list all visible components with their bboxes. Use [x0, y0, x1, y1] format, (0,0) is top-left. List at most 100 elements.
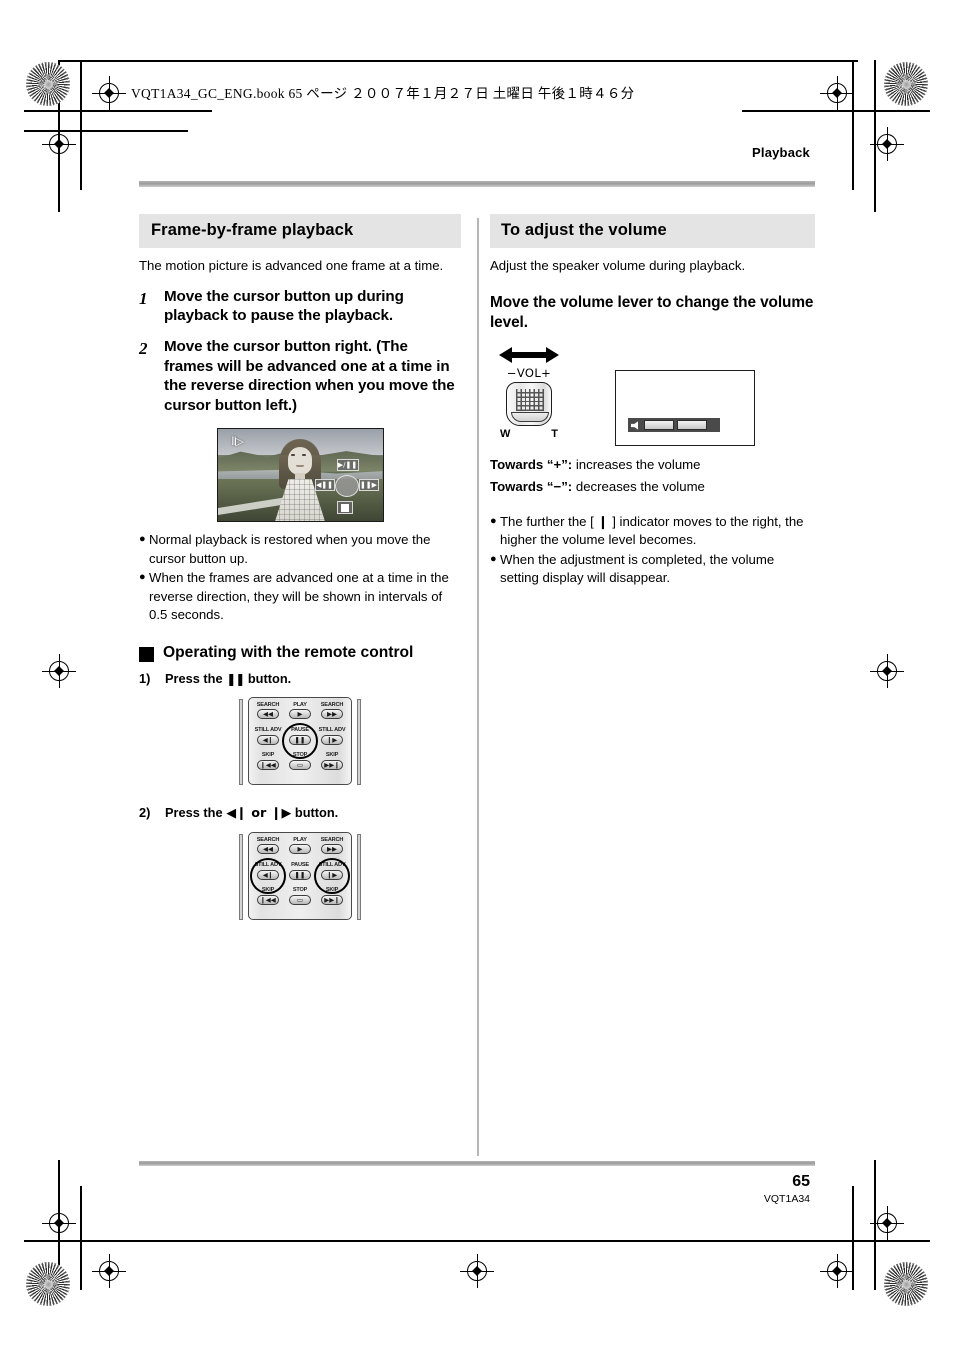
bullet-dot-icon: ● — [139, 533, 146, 546]
list-item: ● Normal playback is restored when you m… — [139, 531, 461, 568]
note-text: When the adjustment is completed, the vo… — [500, 551, 775, 586]
note-text: When the frames are advanced one at a ti… — [149, 570, 449, 623]
list-item: ● The further the [ ❙ ] indicator moves … — [490, 513, 815, 550]
registration-mark — [870, 127, 904, 161]
remote-key-pause[interactable]: PAUSE ❚❚ — [284, 862, 316, 888]
document-id: VQT1A34 — [763, 1193, 810, 1205]
registration-mark — [820, 1254, 854, 1288]
section-title-frame-by-frame: Frame-by-frame playback — [139, 214, 461, 248]
star-registration-target — [884, 1262, 928, 1306]
frame-by-frame-notes: ● Normal playback is restored when you m… — [139, 531, 461, 624]
volume-track — [644, 420, 717, 431]
crop-line — [80, 1186, 82, 1290]
star-registration-target — [26, 62, 70, 106]
remote-key-skip-next[interactable]: SKIP ▶▶❙ — [316, 753, 348, 778]
section-lead-text: The motion picture is advanced one frame… — [139, 258, 444, 273]
volume-instruction: Move the volume lever to change the volu… — [490, 293, 814, 331]
remote-step-2-text: Press the ◀❙ or ❙▶ button. — [165, 804, 339, 821]
towards-plus-line: Towards “+”: increases the volume — [490, 455, 815, 474]
remote-illustration-2-wrap: SEARCH ◀◀ PLAY ▶ SEARCH ▶▶ STILL ADV ◀❙ PAUS… — [139, 831, 461, 924]
note-text: Normal playback is restored when you mov… — [149, 532, 431, 566]
remote-step-1: 1) Press the ❚❚ button. — [139, 671, 461, 686]
volume-indicator-bar — [628, 418, 720, 433]
bullet-dot-icon: ● — [139, 571, 146, 584]
bullet-dot-icon: ● — [490, 552, 497, 565]
registration-mark — [42, 127, 76, 161]
remote-key-stop[interactable]: STOP ▭ — [284, 888, 316, 913]
step-1: 1 Move the cursor button up during playb… — [139, 287, 461, 326]
book-file-header: VQT1A34_GC_ENG.book 65 ページ ２００７年１月２７日 土曜… — [131, 86, 635, 101]
volume-lever-figure: −VOL+ W T — [490, 344, 815, 447]
star-registration-target — [884, 62, 928, 106]
frame-back-icon[interactable]: ◀❚❚ — [314, 479, 335, 492]
onscreen-control-overlay: ▶/❚❚ ◀❚❚ ❚❚▶ — [314, 459, 379, 517]
registration-mark — [870, 1206, 904, 1240]
registration-mark — [42, 654, 76, 688]
frame-forward-icon[interactable]: ❚❚▶ — [358, 479, 379, 492]
left-column: Frame-by-frame playback The motion pictu… — [139, 214, 461, 924]
step-2-number: 2 — [139, 338, 148, 358]
remote-control-illustration-pause: SEARCH ◀◀ PLAY ▶ SEARCH ▶▶ STILL ADV ◀❙ PAUS… — [238, 696, 362, 789]
step-2: 2 Move the cursor button right. (The fra… — [139, 337, 461, 415]
registration-mark — [870, 654, 904, 688]
double-arrow-icon — [499, 347, 559, 364]
registration-mark — [92, 1254, 126, 1288]
remote-step-1-number: 1) — [139, 670, 151, 686]
section-lead-text: Adjust the speaker volume during playbac… — [490, 258, 746, 273]
section-title-adjust-volume: To adjust the volume — [490, 214, 815, 248]
right-column: To adjust the volume Adjust the speaker … — [490, 214, 815, 588]
header-rule — [139, 181, 815, 187]
lever-grip-texture — [516, 389, 544, 412]
remote-illustration-1-wrap: SEARCH ◀◀ PLAY ▶ SEARCH ▶▶ STILL ADV ◀❙ PAUS… — [139, 696, 461, 789]
volume-lever-label: −VOL+ — [506, 366, 552, 381]
note-text: The further the [ ❙ ] indicator moves to… — [500, 513, 804, 548]
crop-line — [58, 1240, 858, 1242]
volume-segment — [644, 420, 674, 431]
remote-step-2: 2) Press the ◀❙ or ❙▶ button. — [139, 805, 461, 821]
remote-key-skip-prev[interactable]: SKIP ❙◀◀ — [252, 753, 284, 778]
black-square-bullet-icon — [139, 646, 154, 662]
registration-mark — [820, 76, 854, 110]
page-number: 65 — [792, 1173, 810, 1190]
remote-key-search-ff[interactable]: SEARCH ▶▶ — [316, 702, 348, 728]
subsection-title: Operating with the remote control — [163, 643, 414, 661]
registration-mark — [42, 1206, 76, 1240]
stop-icon[interactable] — [336, 501, 353, 515]
lever-lip — [511, 412, 549, 423]
play-pause-icon[interactable]: ▶/❚❚ — [336, 459, 359, 472]
remote-key-play[interactable]: PLAY ▶ — [284, 837, 316, 863]
speaker-icon — [631, 421, 639, 430]
crop-line — [24, 110, 212, 112]
towards-minus-label: Towards “−”: — [490, 478, 573, 494]
running-head: Playback — [752, 145, 810, 160]
crop-line — [742, 110, 930, 112]
pause-button-icon: ❚❚ — [226, 671, 245, 686]
registration-mark — [92, 76, 126, 110]
remote-key-search-rew[interactable]: SEARCH ◀◀ — [252, 702, 284, 728]
remote-key-still-adv-right[interactable]: STILL ADV ❙▶ — [316, 727, 348, 753]
remote-key-still-adv-left[interactable]: STILL ADV ◀❙ — [252, 727, 284, 753]
star-registration-target — [26, 1262, 70, 1306]
list-item: ● When the frames are advanced one at a … — [139, 569, 461, 624]
still-advance-button-icons: ◀❙ or ❙▶ — [226, 805, 292, 821]
cursor-center-icon[interactable] — [334, 475, 359, 498]
bullet-dot-icon: ● — [490, 514, 497, 527]
crop-line — [80, 60, 82, 190]
highlight-ring-pause — [282, 722, 318, 759]
crop-line — [58, 60, 858, 62]
lever-wt-labels: W T — [496, 428, 562, 440]
towards-plus-label: Towards “+”: — [490, 457, 573, 473]
subsection-remote-control: Operating with the remote control — [139, 643, 461, 663]
lcd-screen-illustration: ⦀▷ ▶/❚❚ ◀❚❚ ❚❚▶ — [216, 428, 384, 523]
step-1-number: 1 — [139, 288, 148, 308]
step-2-text: Move the cursor button right. (The frame… — [164, 337, 455, 414]
remote-step-1-text: Press the ❚❚ button. — [165, 670, 292, 686]
lcd-illustration-wrap: ⦀▷ ▶/❚❚ ◀❚❚ ❚❚▶ — [139, 428, 461, 523]
footer-rule — [139, 1161, 815, 1166]
volume-lever-icon[interactable] — [506, 382, 552, 427]
volume-osd-screen — [615, 370, 755, 447]
highlight-ring-still-adv-right — [314, 857, 350, 894]
column-divider — [477, 218, 479, 1156]
towards-plus-desc: increases the volume — [572, 457, 701, 473]
towards-minus-line: Towards “−”: decreases the volume — [490, 477, 815, 496]
